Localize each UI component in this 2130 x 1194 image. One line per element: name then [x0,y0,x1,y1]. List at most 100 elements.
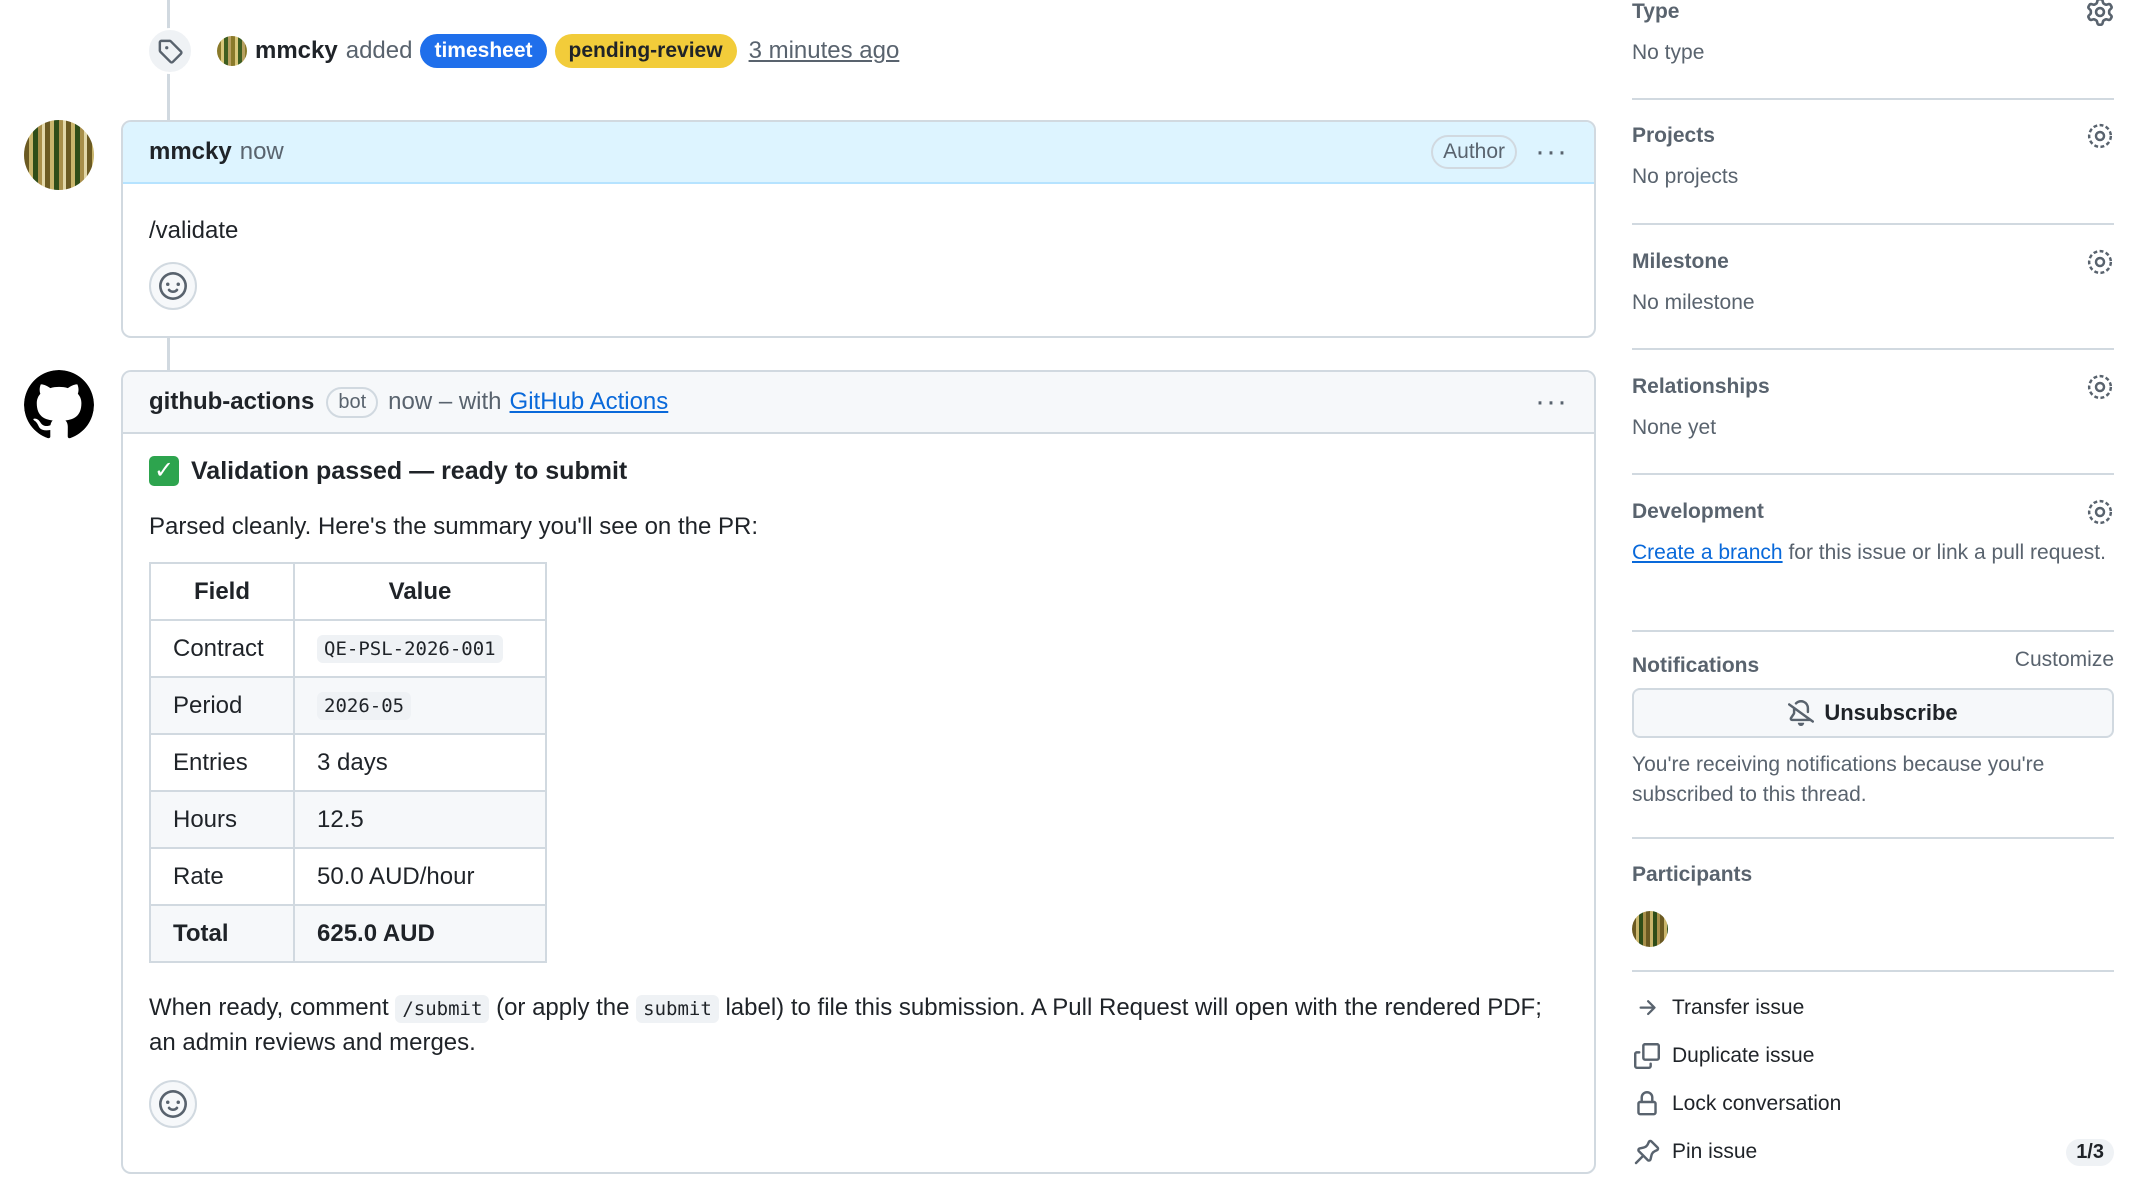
author-badge: Author [1431,135,1518,169]
divider [1632,630,2114,632]
bell-slash-icon [1788,700,1815,726]
kebab-icon[interactable]: ··· [1535,387,1568,417]
timeline-line [167,338,170,370]
summary-table: Field Value Contract QE-PSL-2026-001 Per… [149,562,547,963]
unsubscribe-label: Unsubscribe [1824,700,1958,725]
lock-icon [1632,1091,1662,1117]
transfer-issue-action[interactable]: Transfer issue [1632,988,2114,1028]
sidebar-projects[interactable]: Projects No projects [1632,122,2114,192]
copy-icon [1632,1043,1662,1069]
table-row: Rate 50.0 AUD/hour [149,847,547,906]
validation-heading-text: Validation passed — ready to submit [191,457,628,485]
outro-part: When ready, comment [149,994,389,1021]
duplicate-issue-action[interactable]: Duplicate issue [1632,1036,2114,1076]
sidebar-participants: Participants [1632,863,2114,973]
comment-header: github-actions bot now – with GitHub Act… [123,372,1594,434]
arrow-right-icon [1632,996,1662,1020]
comment-time[interactable]: now [240,138,284,166]
cell-value: QE-PSL-2026-001 [293,619,547,678]
avatar[interactable] [217,36,247,66]
participant-avatar[interactable] [1632,911,1668,947]
smiley-icon [159,1090,187,1118]
comment-validation-result: github-actions bot now – with GitHub Act… [121,370,1596,1174]
sidebar-participants-title: Participants [1632,863,1753,886]
column-header-value: Value [293,562,547,621]
transfer-issue-label: Transfer issue [1672,996,1805,1019]
check-mark-icon: ✓ [149,456,179,486]
cell-value: 12.5 [293,790,547,849]
label-pending-review[interactable]: pending-review [554,34,737,68]
table-row: Hours 12.5 [149,790,547,849]
event-verb: added [345,37,413,64]
customize-link[interactable]: Customize [2015,648,2114,672]
outro-text: When ready, comment /submit (or apply th… [149,991,1568,1060]
comment-time[interactable]: now – with [388,388,501,416]
code-value: 2026-05 [317,692,412,720]
table-row: Contract QE-PSL-2026-001 [149,619,547,678]
avatar[interactable] [24,120,94,190]
gear-icon[interactable] [2086,498,2114,531]
cell-value: 3 days [293,733,547,792]
sidebar-type-value: No type [1632,41,1705,64]
sidebar-notifications: Notifications Customize Unsubscribe You'… [1632,648,2114,834]
duplicate-issue-label: Duplicate issue [1672,1044,1815,1067]
sidebar-development-text: Create a branch for this issue or link a… [1632,538,2114,568]
pin-count-badge: 1/3 [2066,1138,2114,1166]
sidebar-milestone-title: Milestone [1632,250,1729,273]
divider [1632,837,2114,839]
cell-field: Period [149,676,295,735]
notifications-note: You're receiving notifications because y… [1632,753,2045,806]
cell-value: 2026-05 [293,676,547,735]
label-timesheet[interactable]: timesheet [420,34,547,68]
pin-issue-action[interactable]: Pin issue 1/3 [1632,1132,2114,1172]
cell-field: Rate [149,847,295,906]
github-actions-link[interactable]: GitHub Actions [510,388,669,416]
intro-text: Parsed cleanly. Here's the summary you'l… [149,513,758,540]
comment-header: mmcky now Author ··· [123,122,1594,184]
lock-conversation-action[interactable]: Lock conversation [1632,1084,2114,1124]
sidebar-milestone[interactable]: Milestone No milestone [1632,248,2114,318]
lock-conversation-label: Lock conversation [1672,1092,1842,1115]
unsubscribe-button[interactable]: Unsubscribe [1632,688,2114,738]
code-value: QE-PSL-2026-001 [317,635,503,663]
sidebar-type[interactable]: Type No type [1632,0,2114,68]
github-mark-icon [24,370,94,439]
add-reaction-button[interactable] [149,262,197,310]
divider [1632,473,2114,475]
gear-icon[interactable] [2086,0,2114,31]
sidebar-milestone-value: No milestone [1632,291,1755,314]
code-submit-label: submit [636,995,719,1023]
divider [1632,348,2114,350]
column-header-field: Field [149,562,295,621]
kebab-icon[interactable]: ··· [1535,137,1568,167]
sidebar-type-title: Type [1632,0,1680,23]
event-actor[interactable]: mmcky [255,37,338,65]
table-row: Total 625.0 AUD [149,904,547,963]
sidebar-relationships[interactable]: Relationships None yet [1632,373,2114,443]
table-header-row: Field Value [149,562,547,621]
comment-author[interactable]: mmcky [149,138,232,166]
create-branch-link[interactable]: Create a branch [1632,541,1783,564]
comment-body: /validate [123,184,1594,336]
table-row: Entries 3 days [149,733,547,792]
pin-icon [1632,1139,1662,1165]
comment-validate: mmcky now Author ··· /validate [121,120,1596,338]
divider [1632,223,2114,225]
sidebar-projects-title: Projects [1632,124,1715,147]
gear-icon[interactable] [2086,122,2114,155]
smiley-icon [159,272,187,300]
pin-issue-label: Pin issue [1672,1140,1758,1163]
gear-icon[interactable] [2086,248,2114,281]
gear-icon[interactable] [2086,373,2114,406]
cell-field: Hours [149,790,295,849]
avatar[interactable] [24,370,94,440]
comment-author[interactable]: github-actions [149,388,314,416]
cell-field: Total [149,904,295,963]
code-submit-command: /submit [395,995,490,1023]
sidebar-development-title: Development [1632,500,1764,523]
development-rest-text: for this issue or link a pull request. [1788,541,2106,564]
sidebar-projects-value: No projects [1632,165,1739,188]
event-timestamp[interactable]: 3 minutes ago [749,37,900,65]
add-reaction-button[interactable] [149,1080,197,1128]
sidebar-relationships-value: None yet [1632,416,1717,439]
